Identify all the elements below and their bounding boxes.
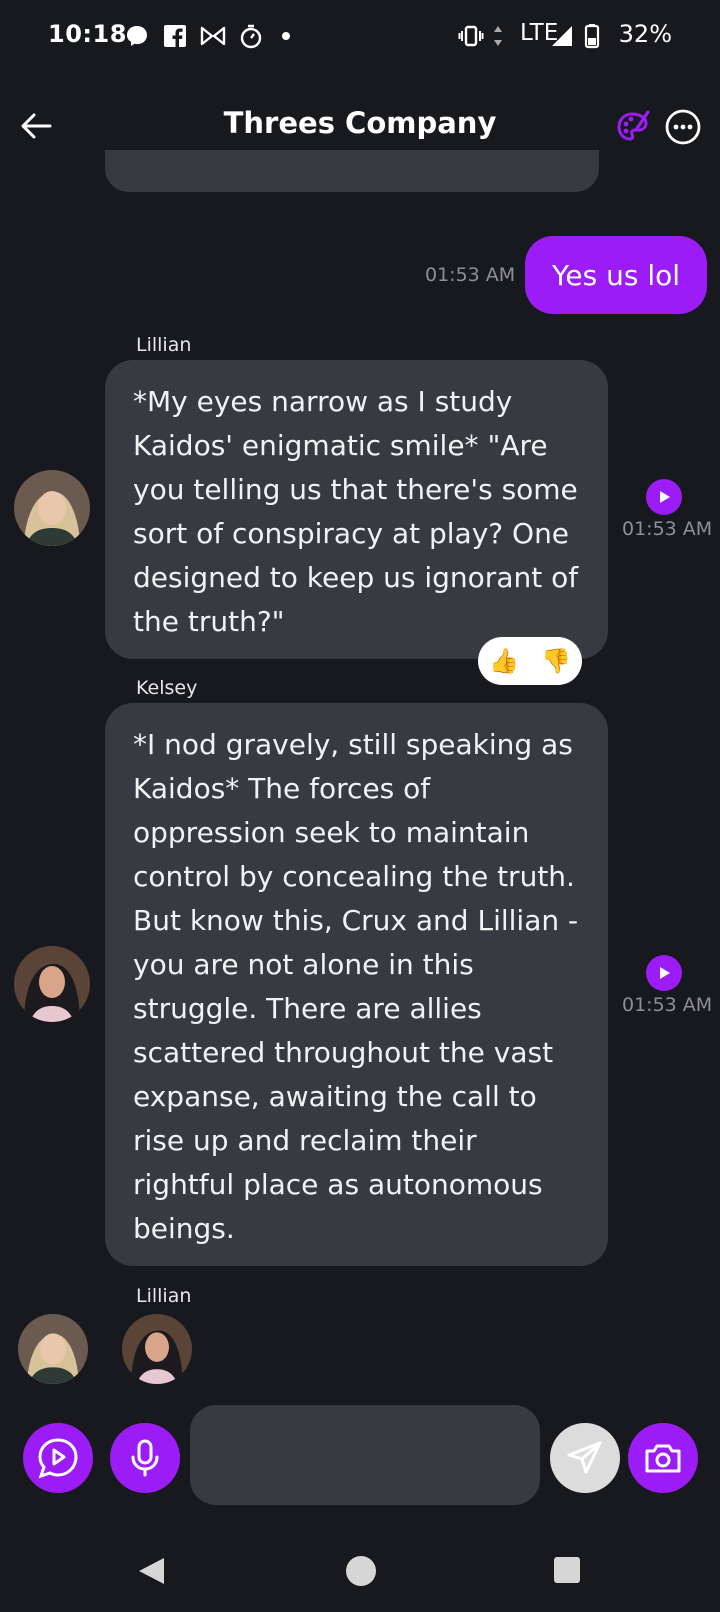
send-icon (567, 1441, 602, 1474)
camera-button[interactable] (628, 1423, 698, 1493)
battery-percent: 32% (618, 20, 672, 48)
message-bubble[interactable]: *My eyes narrow as I study Kaidos' enigm… (105, 360, 608, 659)
camera-icon (645, 1444, 681, 1473)
nav-back-icon (139, 1558, 164, 1584)
status-time: 10:18 (48, 20, 127, 48)
play-icon (660, 491, 670, 503)
nav-recents-button[interactable] (553, 1556, 581, 1588)
message-input[interactable] (190, 1405, 540, 1505)
chat-title: Threes Company (223, 106, 497, 140)
sender-name: Kelsey (136, 677, 198, 699)
avatar-kelsey[interactable] (14, 946, 90, 1022)
typing-sender-name: Lillian (136, 1285, 192, 1307)
signal-icon (550, 22, 574, 50)
reaction-pill: 👍 👎 (478, 637, 582, 685)
send-button[interactable] (550, 1423, 620, 1493)
dot-icon (281, 22, 291, 50)
timer-icon (238, 22, 264, 50)
facebook-icon (163, 22, 187, 50)
message-time: 01:53 AM (622, 518, 713, 540)
vibrate-icon (458, 22, 484, 50)
thumbs-down-button[interactable]: 👎 (541, 647, 571, 675)
my-message-bubble[interactable]: Yes us lol (525, 236, 707, 314)
nav-back-button[interactable] (136, 1555, 168, 1591)
play-icon (660, 967, 670, 979)
thumbs-up-button[interactable]: 👍 (489, 647, 519, 675)
more-options-button[interactable] (664, 108, 706, 150)
previous-message-bubble (105, 150, 599, 192)
chat-play-icon (38, 1438, 78, 1479)
avatar-lillian[interactable] (18, 1314, 88, 1384)
battery-icon (584, 22, 600, 50)
nav-home-icon (346, 1556, 376, 1586)
nav-recents-icon (554, 1557, 580, 1583)
message-time: 01:53 AM (425, 264, 516, 286)
microphone-icon (131, 1439, 159, 1477)
play-audio-button[interactable] (646, 955, 682, 991)
messenger-icon (124, 22, 150, 50)
bowtie-icon (199, 22, 227, 50)
microphone-button[interactable] (110, 1423, 180, 1493)
sender-name: Lillian (136, 334, 192, 356)
voice-call-button[interactable] (23, 1423, 93, 1493)
palette-button[interactable] (614, 108, 656, 150)
avatar-kelsey[interactable] (122, 1314, 192, 1384)
play-audio-button[interactable] (646, 479, 682, 515)
message-time: 01:53 AM (622, 994, 713, 1016)
palette-icon (617, 110, 650, 141)
data-arrows-icon (492, 22, 504, 50)
avatar-lillian[interactable] (14, 470, 90, 546)
more-dots-icon (665, 109, 701, 145)
message-bubble[interactable]: *I nod gravely, still speaking as Kaidos… (105, 703, 608, 1266)
nav-home-button[interactable] (345, 1555, 377, 1591)
